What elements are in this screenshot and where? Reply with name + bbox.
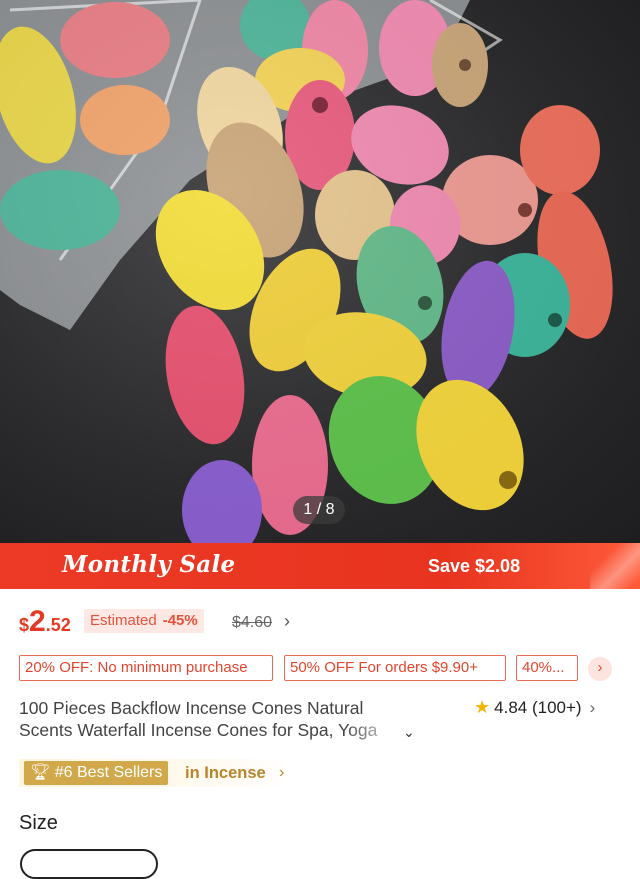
chevron-right-icon: › [597,659,603,676]
image-counter: 1 / 8 [293,496,345,524]
coupon-3[interactable]: 40%... [516,655,578,681]
incense-cones-photo [0,0,640,543]
original-price[interactable]: $4.60 [232,614,272,632]
estimated-badge: Estimated -45% [84,609,204,633]
chevron-right-icon: › [589,698,596,717]
size-label: Size [19,812,58,834]
review-count: (100+) [531,698,582,717]
coupon-text: 20% OFF: No minimum purchase [25,659,248,676]
star-icon: ★ [474,697,491,717]
product-title-line1: 100 Pieces Backflow Incense Cones Natura… [19,698,364,718]
discount-percent: -45% [162,612,198,629]
chevron-right-icon: › [279,764,285,781]
coupon-text: 50% OFF For orders $9.90+ [290,659,478,676]
price-decimal: .52 [45,615,71,635]
coupon-2[interactable]: 50% OFF For orders $9.90+ [284,655,506,681]
best-seller-rank: #6 Best Sellers [54,764,163,781]
best-seller-banner[interactable]: 🏆︎ #6 Best Sellers in Incense › [19,759,289,787]
coupon-1[interactable]: 20% OFF: No minimum purchase [19,655,273,681]
monthly-sale-banner[interactable]: Monthly Sale Save $2.08 [0,543,640,589]
banner-decoration [590,543,640,589]
price-integer: 2 [29,605,46,638]
current-price: $2.52 [19,605,71,639]
chevron-right-icon[interactable]: › [284,611,290,632]
coupons-more-button[interactable]: › [588,657,612,681]
best-seller-category: in Incense [185,764,266,782]
product-title-line2: Scents Waterfall Incense Cones for Spa, … [19,719,414,741]
coupon-text: 40%... [522,659,565,676]
estimated-label: Estimated [90,612,157,629]
trophy-icon: 🏆︎ [30,764,51,781]
best-seller-rank-badge: 🏆︎ #6 Best Sellers [24,761,169,785]
expand-title-chevron-down-icon[interactable]: ⌄ [403,721,415,743]
banner-title: Monthly Sale [62,551,236,578]
rating-value: 4.84 [494,698,528,717]
price-currency: $ [19,615,30,635]
product-image[interactable]: 1 / 8 [0,0,640,543]
size-option[interactable] [20,849,158,879]
banner-savings: Save $2.08 [428,556,521,576]
product-title[interactable]: 100 Pieces Backflow Incense Cones Natura… [19,697,415,743]
product-rating[interactable]: ★ 4.84 (100+) › [474,697,595,718]
